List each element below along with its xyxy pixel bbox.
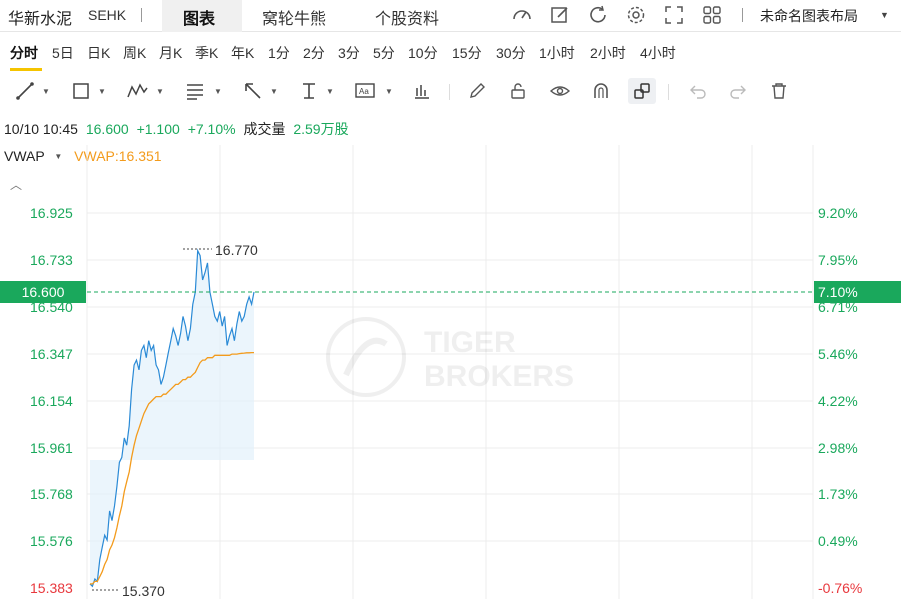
pct-tick: 0.49% [818,533,858,549]
price-tick: 16.347 [30,346,73,362]
price-tick: 16.925 [30,205,73,221]
price-tick: 16.733 [30,252,73,268]
pct-tick: 1.73% [818,486,858,502]
pct-tick: 9.20% [818,205,858,221]
pct-tick: 5.46% [818,346,858,362]
high-price-label: 16.770 [215,242,258,258]
tiger-brokers-watermark: TIGER BROKERS [326,317,574,397]
pct-tick: -0.76% [818,580,863,596]
pct-tick: 7.95% [818,252,858,268]
low-price-label: 15.370 [122,583,165,599]
pct-tick: 2.98% [818,440,858,456]
price-tick: 16.154 [30,393,73,409]
price-tick: 15.768 [30,486,73,502]
price-tick: 15.961 [30,440,73,456]
current-price-badge: 16.600 [0,281,86,303]
price-chart[interactable]: TIGER BROKERS [0,0,901,599]
watermark-line1: TIGER [424,326,516,359]
pct-tick: 4.22% [818,393,858,409]
price-tick: 15.383 [30,580,73,596]
price-tick: 15.576 [30,533,73,549]
current-pct-badge: 7.10% [814,281,901,303]
watermark-line2: BROKERS [424,360,574,393]
